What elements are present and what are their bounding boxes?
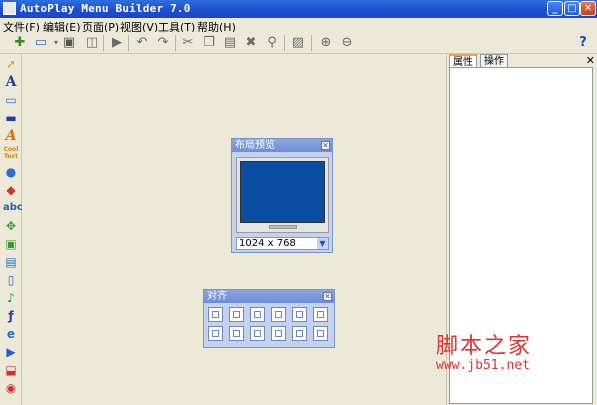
align-right-icon[interactable] [229,307,244,322]
space-horizontal-icon[interactable] [271,326,286,341]
delete-icon[interactable]: ✖ [243,35,259,51]
resolution-value: 1024 x 768 [239,238,296,249]
screen-preview [240,161,325,223]
app-icon [3,2,16,15]
help-icon[interactable]: ? [575,35,591,51]
monitor-preview [236,157,329,233]
bar-icon[interactable]: ▬ [3,110,19,126]
move-icon[interactable]: ✥ [3,218,19,234]
tab-properties[interactable]: 属性 [449,54,477,68]
properties-tabs: 属性 操作 ✕ [447,54,597,68]
align-panel-title: 对齐 [204,290,334,303]
minimize-button[interactable]: _ [547,1,563,16]
layout-preview-panel: 布局预览 ✕ 1024 x 768 ▼ [231,138,333,253]
tab-actions[interactable]: 操作 [480,54,508,67]
same-width-icon[interactable] [208,326,223,341]
watermark-url: www.jb51.net [436,358,530,373]
text-icon[interactable]: A [3,74,19,90]
shape-icon[interactable]: ◆ [3,182,19,198]
cut-icon[interactable]: ✂ [180,35,196,51]
find-icon[interactable]: ⚲ [264,35,280,51]
same-size-icon[interactable] [250,326,265,341]
button-icon[interactable]: ▭ [3,92,19,108]
doc-icon[interactable]: ▤ [3,254,19,270]
video-icon[interactable]: ▶ [3,344,19,360]
save-icon[interactable]: ▣ [61,35,77,51]
center-page-icon[interactable] [313,326,328,341]
align-panel: 对齐 ✕ [203,289,335,348]
design-canvas[interactable]: 布局预览 ✕ 1024 x 768 ▼ 对齐 ✕ [22,54,446,405]
new-icon[interactable]: ✚ [12,35,28,51]
menu-bar: 文件(F) 编辑(E) 页面(P) 视图(V) 工具(T) 帮助(H) [0,18,597,34]
toolbar-separator [284,35,285,51]
chat-icon[interactable]: ◉ [3,380,19,396]
close-icon[interactable]: ✕ [586,54,595,67]
copy-icon[interactable]: ❐ [201,35,217,51]
close-icon[interactable]: ✕ [321,141,330,150]
close-button[interactable]: ✕ [580,1,596,16]
redo-icon[interactable]: ↷ [155,35,171,51]
close-icon[interactable]: ✕ [323,292,332,301]
toolbar-separator [103,35,104,51]
abc-icon[interactable]: abc [3,200,23,216]
resolution-select[interactable]: 1024 x 768 ▼ [236,237,329,250]
toolbar-separator [128,35,129,51]
image-icon[interactable]: ▨ [290,35,306,51]
image-tool-icon[interactable]: ▣ [3,236,19,252]
ie-icon[interactable]: e [3,326,19,342]
space-vertical-icon[interactable] [292,326,307,341]
flash-icon[interactable]: ƒ [3,308,19,324]
globe-icon[interactable]: ● [3,164,19,180]
window-title: AutoPlay Menu Builder 7.0 [20,2,191,15]
label-icon[interactable]: A [3,128,19,144]
open-icon[interactable]: ▭ [33,35,49,51]
add-page-icon[interactable]: ⊕ [318,35,334,51]
cool-text-icon[interactable]: Cool Text [3,146,19,162]
maximize-button[interactable]: □ [564,1,580,16]
watermark-text: 脚本之家 [436,334,533,359]
align-center-h-icon[interactable] [250,307,265,322]
title-bar: AutoPlay Menu Builder 7.0 _ □ ✕ [0,0,597,18]
play-icon[interactable]: ▶ [109,35,125,51]
align-bottom-icon[interactable] [292,307,307,322]
align-center-v-icon[interactable] [313,307,328,322]
remove-page-icon[interactable]: ⊖ [339,35,355,51]
watermark: 脚本之家 www.jb51.net [436,328,596,378]
pointer-icon[interactable]: ➚ [3,56,19,72]
toolbar-separator [311,35,312,51]
preview-icon[interactable]: ◫ [84,35,100,51]
music-icon[interactable]: ♪ [3,290,19,306]
align-left-icon[interactable] [208,307,223,322]
monitor-stand [269,225,297,229]
align-top-icon[interactable] [271,307,286,322]
same-height-icon[interactable] [229,326,244,341]
page-icon[interactable]: ▯ [3,272,19,288]
paste-icon[interactable]: ▤ [222,35,238,51]
object-toolbar: ➚ A ▭ ▬ A Cool Text ● ◆ abc ✥ ▣ ▤ ▯ ♪ ƒ … [0,54,23,405]
chevron-down-icon[interactable]: ▼ [317,238,328,249]
layout-preview-title: 布局预览 [232,139,332,152]
toolbar-separator [175,35,176,51]
toolbar: ✚ ▭ ▾ ▣ ◫ ▶ ↶ ↷ ✂ ❐ ▤ ✖ ⚲ ▨ ⊕ ⊖ ? [0,32,597,54]
undo-icon[interactable]: ↶ [134,35,150,51]
pdf-icon[interactable]: ⬓ [3,362,19,378]
